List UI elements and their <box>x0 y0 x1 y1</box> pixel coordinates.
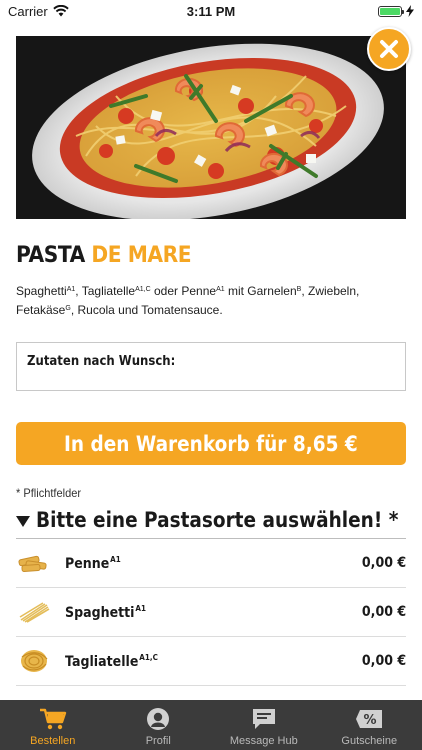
tab-bestellen[interactable]: Bestellen <box>0 700 106 750</box>
collapse-triangle-icon <box>16 515 30 527</box>
pasta-dish-illustration <box>16 36 406 219</box>
option-name: SpaghettiA1 <box>65 604 146 621</box>
allergen-mark: A1,C <box>139 652 158 662</box>
option-row-penne[interactable]: PenneA1 0,00 € <box>16 539 406 588</box>
tab-gutscheine[interactable]: % Gutscheine <box>317 700 422 750</box>
wifi-icon <box>53 5 69 17</box>
wishes-field[interactable]: Zutaten nach Wunsch: <box>16 342 406 391</box>
spaghetti-thumbnail <box>16 597 52 627</box>
desc-text: , Tagliatelle <box>75 284 136 298</box>
close-button[interactable] <box>367 27 411 71</box>
message-icon <box>251 707 277 731</box>
tagliatelle-thumbnail <box>16 646 52 676</box>
option-label: Tagliatelle <box>65 653 139 670</box>
status-left: Carrier <box>8 4 148 19</box>
tab-label: Bestellen <box>30 735 76 747</box>
option-row-spaghetti[interactable]: SpaghettiA1 0,00 € <box>16 588 406 637</box>
svg-text:%: % <box>364 713 377 728</box>
allergen-mark: A1 <box>66 286 76 293</box>
pasta-section-header[interactable]: Bitte eine Pastasorte auswählen! * <box>16 508 422 532</box>
required-note: * Pflichtfelder <box>16 486 82 500</box>
close-icon <box>380 40 398 58</box>
allergen-mark: A1,C <box>135 286 151 293</box>
allergen-mark: A1 <box>135 603 146 613</box>
option-row-tagliatelle[interactable]: TagliatelleA1,C 0,00 € <box>16 637 406 686</box>
option-name: PenneA1 <box>65 555 121 572</box>
wishes-label: Zutaten nach Wunsch: <box>27 354 176 369</box>
penne-thumbnail <box>16 548 52 578</box>
voucher-icon: % <box>355 707 383 731</box>
product-title: PASTA DE MARE <box>16 243 192 268</box>
option-label: Penne <box>65 555 110 572</box>
tab-label: Gutscheine <box>341 735 398 747</box>
tab-label: Message Hub <box>229 735 298 747</box>
tab-profil[interactable]: Profil <box>106 700 212 750</box>
option-name: TagliatelleA1,C <box>65 653 158 670</box>
battery-icon <box>378 5 404 17</box>
section-title: Bitte eine Pastasorte auswählen! * <box>36 508 399 532</box>
product-description: SpaghettiA1, TagliatelleA1,C oder PenneA… <box>16 281 408 319</box>
product-image <box>16 36 406 219</box>
charging-icon <box>406 5 414 17</box>
option-price: 0,00 € <box>361 604 406 620</box>
tab-message-hub[interactable]: Message Hub <box>211 700 317 750</box>
status-time: 3:11 PM <box>186 3 236 19</box>
add-to-cart-label: In den Warenkorb für 8,65 € <box>64 431 358 456</box>
cart-icon <box>39 707 67 731</box>
profile-icon <box>146 707 170 731</box>
status-right <box>274 5 414 17</box>
status-bar: Carrier 3:11 PM <box>0 0 422 22</box>
allergen-mark: A1 <box>110 554 121 564</box>
desc-text: , Rucola und Tomatensauce. <box>70 303 223 317</box>
desc-text: Spaghetti <box>16 284 67 298</box>
add-to-cart-button[interactable]: In den Warenkorb für 8,65 € <box>16 422 406 465</box>
option-label: Spaghetti <box>65 604 135 621</box>
desc-text: oder Penne <box>150 284 217 298</box>
product-title-main: PASTA <box>16 243 92 268</box>
product-title-accent: DE MARE <box>91 243 192 268</box>
option-price: 0,00 € <box>361 555 406 571</box>
desc-text: mit Garnelen <box>224 284 297 298</box>
tab-bar: Bestellen Profil Message Hub % Gutschein… <box>0 700 422 750</box>
tab-label: Profil <box>145 735 171 747</box>
carrier-label: Carrier <box>8 3 48 19</box>
allergen-mark: A1 <box>216 286 225 293</box>
option-price: 0,00 € <box>361 653 406 669</box>
pasta-option-list: PenneA1 0,00 € SpaghettiA1 0,00 € Taglia… <box>16 539 406 686</box>
